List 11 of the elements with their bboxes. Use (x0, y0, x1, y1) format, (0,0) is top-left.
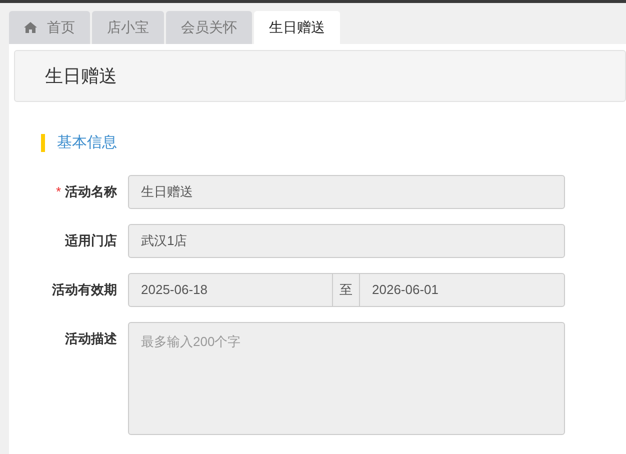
tab[interactable]: 生日赠送 (254, 11, 340, 44)
page-title: 生日赠送 (45, 64, 117, 88)
field-label: 活动描述 (65, 330, 117, 348)
field-label: 适用门店 (65, 232, 117, 250)
field-label: 活动名称 (65, 182, 117, 201)
section-title: 基本信息 (57, 133, 117, 153)
required-mark: * (56, 182, 61, 201)
range-separator: 至 (333, 272, 359, 306)
field-label: 活动有效期 (52, 280, 117, 299)
section-marker (41, 134, 45, 152)
home-icon (24, 22, 37, 33)
